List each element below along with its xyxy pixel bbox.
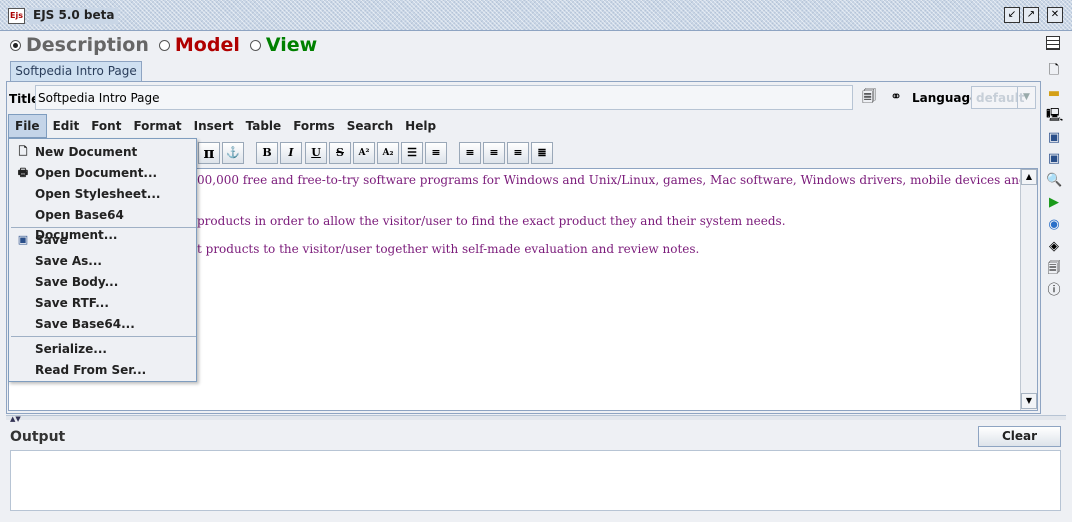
close-icon[interactable]: ✕ [1047,7,1063,23]
menu-item-open-stylesheet[interactable]: Open Stylesheet... [9,184,196,204]
computer-icon[interactable]: 🖳 [1046,108,1063,124]
menu-forms[interactable]: Forms [287,114,341,138]
run-icon[interactable]: ▶ [1046,195,1062,211]
split-divider[interactable]: ▲▼ [6,415,1066,423]
subscript-button[interactable]: A₂ [377,142,399,164]
menu-item-save-as[interactable]: Save As... [9,251,196,271]
menu-search[interactable]: Search [341,114,399,138]
output-label: Output [10,429,66,445]
language-select[interactable]: default ▼ [971,86,1036,109]
new-file-icon[interactable]: 🗋 [1046,63,1062,79]
clear-output-button[interactable]: Clear output [978,426,1061,462]
bold-button[interactable]: B [256,142,278,164]
new-document-icon: 🗋 [18,145,28,158]
open-document-icon: 🖶 [17,166,29,179]
menu-help[interactable]: Help [399,114,442,138]
save-icon[interactable]: ▣ [1046,130,1062,146]
menu-item-save-rtf[interactable]: Save RTF... [9,293,196,313]
maximize-icon[interactable]: ↗ [1023,7,1039,23]
scroll-down-icon[interactable]: ▼ [1021,393,1037,409]
menu-item-serialize[interactable]: Serialize... [9,339,196,359]
insert-pi-button[interactable]: π [198,142,220,164]
menu-item-save-base64[interactable]: Save Base64... [9,314,196,334]
tab-softpedia-intro-page[interactable]: Softpedia Intro Page [10,61,142,82]
align-center-icon[interactable]: ≡ [483,142,505,164]
menu-separator [11,336,196,337]
window-title: EJS 5.0 beta [29,8,119,24]
radio-description[interactable] [10,39,21,51]
stack-icon[interactable]: ◈ [1046,239,1062,255]
menu-file[interactable]: File [8,114,47,138]
mode-view[interactable]: View [249,34,318,56]
title-bar: Ejs EJS 5.0 beta ↙ ↗ ✕ [0,0,1072,31]
menu-separator [11,227,196,228]
editor-line-2: products in order to allow the visitor/u… [197,214,786,228]
save-as-icon[interactable]: ▣ [1046,151,1062,167]
menu-item-read-from-ser[interactable]: Read From Ser... [9,360,196,380]
chevron-down-icon: ▼ [1017,87,1035,108]
ejs-app-icon: Ejs [8,8,25,24]
title-field[interactable] [35,85,853,110]
browser-icon[interactable]: ◉ [1046,217,1062,233]
menu-item-save[interactable]: ▣ Save [9,230,196,250]
superscript-button[interactable]: A² [353,142,375,164]
mode-model[interactable]: Model [158,34,240,56]
editor-menu-bar: File Edit Font Format Insert Table Forms… [8,114,1039,138]
mode-view-label: View [265,34,318,56]
bullet-list-icon[interactable]: ☰ [401,142,423,164]
menu-font[interactable]: Font [85,114,127,138]
restore-icon[interactable]: ↙ [1004,7,1020,23]
menu-insert[interactable]: Insert [188,114,240,138]
info-icon[interactable]: ⓘ [1046,283,1062,299]
menu-table[interactable]: Table [240,114,288,138]
save-icon: ▣ [17,233,29,246]
mode-selector: Description Model View [10,33,327,57]
italic-button[interactable]: I [280,142,302,164]
file-menu-dropdown: 🗋 New Document 🖶 Open Document... Open S… [8,138,197,382]
menu-format[interactable]: Format [127,114,187,138]
menu-edit[interactable]: Edit [47,114,86,138]
editor-line-3: t products to the visitor/user together … [197,242,700,256]
align-right-icon[interactable]: ≡ [507,142,529,164]
options-icon[interactable]: 🗐 [1046,261,1062,277]
search-document-icon[interactable]: 🔍 [1046,173,1062,189]
menu-item-open-document[interactable]: 🖶 Open Document... [9,163,196,183]
editor-vertical-scrollbar[interactable]: ▲ ▼ [1020,169,1037,410]
output-area[interactable] [10,450,1061,511]
menu-item-save-body[interactable]: Save Body... [9,272,196,292]
collapse-arrows-icon[interactable]: ▲▼ [10,415,21,423]
menu-item-open-base64-document[interactable]: Open Base64 Document... [9,205,196,242]
anchor-icon[interactable]: ⚓ [222,142,244,164]
mode-description[interactable]: Description [10,34,149,56]
properties-icon[interactable]: 🗐 [859,87,879,107]
table-icon[interactable] [1046,36,1060,50]
mode-description-label: Description [26,34,149,56]
numbered-list-icon[interactable]: ≡ [425,142,447,164]
link-icon[interactable]: ⚭ [886,87,906,107]
align-left-icon[interactable]: ≡ [459,142,481,164]
strikethrough-button[interactable]: S [329,142,351,164]
scroll-up-icon[interactable]: ▲ [1021,169,1037,185]
radio-view[interactable] [249,39,261,51]
editor-line-1: 00,000 free and free-to-try software pro… [197,173,1027,187]
underline-button[interactable]: U [305,142,327,164]
justify-icon[interactable]: ≣ [531,142,553,164]
menu-item-new-document[interactable]: 🗋 New Document [9,142,196,162]
open-folder-icon[interactable]: ▬ [1046,86,1062,102]
mode-model-label: Model [174,34,240,56]
radio-model[interactable] [158,39,170,51]
